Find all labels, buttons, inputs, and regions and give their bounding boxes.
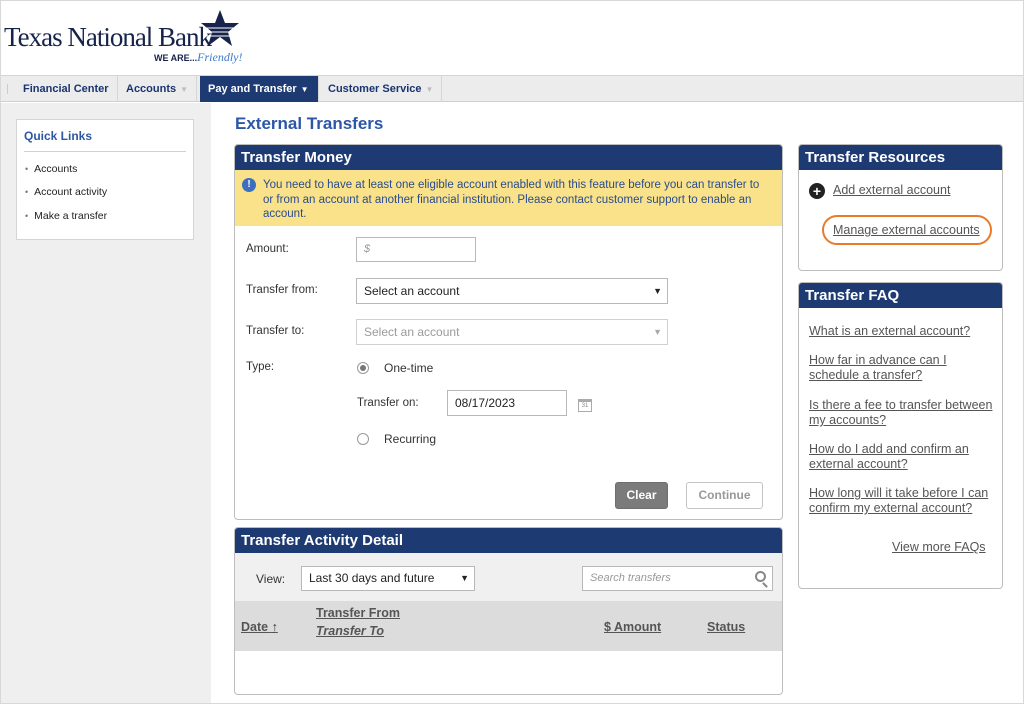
nav-financial-center[interactable]: Financial Center: [15, 76, 118, 102]
chevron-down-icon: ▼: [300, 85, 309, 94]
continue-button[interactable]: Continue: [686, 482, 763, 509]
nav-home-icon: [7, 84, 13, 94]
view-label: View:: [256, 572, 286, 586]
transfer-from-label: Transfer from:: [246, 284, 318, 296]
quick-link-label: Make a transfer: [34, 210, 108, 222]
transfer-resources-panel: Transfer Resources + Add external accoun…: [798, 144, 1003, 271]
search-placeholder: Search transfers: [590, 572, 671, 584]
amount-label: Amount:: [246, 243, 289, 255]
transfer-date-input[interactable]: 08/17/2023: [447, 390, 567, 416]
nav-label: Customer Service: [328, 83, 422, 95]
quick-links-title: Quick Links: [24, 129, 93, 143]
column-status[interactable]: Status: [707, 620, 745, 634]
nav-pay-and-transfer[interactable]: Pay and Transfer ▼: [200, 76, 319, 102]
transfer-on-label: Transfer on:: [357, 397, 419, 409]
plus-circle-icon[interactable]: +: [809, 183, 825, 199]
search-icon[interactable]: [755, 571, 766, 582]
calendar-icon[interactable]: 31: [578, 399, 592, 412]
chevron-down-icon: ▼: [653, 286, 662, 296]
column-date[interactable]: Date ↑: [241, 620, 278, 634]
transfer-money-panel: Transfer Money ! You need to have at lea…: [234, 144, 783, 520]
activity-table-header: Date ↑ Transfer From Transfer To $ Amoun…: [235, 601, 782, 651]
bullet-icon: •: [25, 211, 29, 221]
transfer-activity-panel: Transfer Activity Detail View: Last 30 d…: [234, 527, 783, 695]
quick-links-box: Quick Links • Accounts • Account activity …: [16, 119, 194, 240]
bank-logo[interactable]: Texas National Bank WE ARE...Friendly!: [4, 8, 244, 72]
nav-customer-service[interactable]: Customer Service ▼: [320, 76, 443, 102]
nav-label: Financial Center: [23, 83, 109, 95]
bullet-icon: •: [25, 187, 29, 197]
column-transfer-to[interactable]: Transfer To: [316, 624, 384, 638]
alert-message: You need to have at least one eligible a…: [263, 179, 760, 220]
clear-button[interactable]: Clear: [615, 482, 668, 509]
one-time-label: One-time: [384, 361, 434, 375]
nav-label: Accounts: [126, 83, 177, 95]
page-title: External Transfers: [235, 114, 384, 133]
tagline-we-are: WE ARE...: [154, 53, 198, 63]
quick-link-make-transfer[interactable]: • Make a transfer: [25, 210, 107, 222]
recurring-label: Recurring: [384, 432, 437, 446]
amount-input[interactable]: $: [356, 237, 476, 262]
select-value: Select an account: [364, 284, 460, 298]
transfer-resources-title: Transfer Resources: [799, 145, 1002, 170]
info-icon: !: [242, 178, 256, 192]
add-external-account-link[interactable]: Add external account: [833, 183, 950, 197]
one-time-radio[interactable]: [357, 362, 369, 374]
bullet-icon: •: [25, 164, 29, 174]
nav-label: Pay and Transfer: [208, 83, 297, 95]
eligibility-alert: ! You need to have at least one eligible…: [235, 170, 782, 226]
transfer-to-label: Transfer to:: [246, 325, 305, 337]
quick-link-account-activity[interactable]: • Account activity: [25, 186, 107, 198]
star-icon: [201, 10, 239, 46]
divider: [24, 151, 186, 152]
quick-link-accounts[interactable]: • Accounts: [25, 163, 77, 175]
faq-link[interactable]: What is an external account?: [809, 324, 999, 339]
transfer-faq-panel: Transfer FAQ What is an external account…: [798, 282, 1003, 589]
nav-accounts[interactable]: Accounts ▼: [118, 76, 198, 102]
column-date-label: Date: [241, 620, 269, 634]
transfer-from-select[interactable]: Select an account ▼: [356, 278, 668, 304]
view-select[interactable]: Last 30 days and future ▼: [301, 566, 475, 591]
faq-link[interactable]: Is there a fee to transfer between my ac…: [809, 398, 999, 428]
transfer-activity-title: Transfer Activity Detail: [235, 528, 782, 553]
quick-link-label: Accounts: [34, 163, 78, 175]
search-transfers-input[interactable]: Search transfers: [582, 566, 773, 591]
bank-name: Texas National Bank: [4, 22, 212, 52]
transfer-to-select[interactable]: Select an account ▼: [356, 319, 668, 345]
left-sidebar: Quick Links • Accounts • Account activity …: [1, 103, 211, 703]
chevron-down-icon: ▼: [425, 85, 434, 94]
column-transfer-from[interactable]: Transfer From: [316, 606, 400, 620]
select-value: Last 30 days and future: [309, 571, 435, 585]
bank-tagline: WE ARE...Friendly!: [154, 50, 243, 65]
faq-link[interactable]: How do I add and confirm an external acc…: [809, 442, 999, 472]
chevron-down-icon: ▼: [180, 85, 189, 94]
manage-external-accounts-link[interactable]: Manage external accounts: [833, 223, 980, 237]
recurring-radio[interactable]: [357, 433, 369, 445]
main-nav: Financial Center Accounts ▼ Pay and Trans…: [1, 75, 1023, 102]
faq-link[interactable]: How far in advance can I schedule a tran…: [809, 353, 999, 383]
select-value: Select an account: [364, 325, 460, 339]
type-label: Type:: [246, 361, 275, 373]
transfer-money-title: Transfer Money: [235, 145, 782, 170]
tagline-friendly: Friendly!: [197, 50, 243, 64]
quick-link-label: Account activity: [34, 186, 108, 198]
chevron-down-icon: ▼: [653, 327, 662, 337]
transfer-faq-title: Transfer FAQ: [799, 283, 1002, 308]
view-more-faqs-link[interactable]: View more FAQs: [892, 540, 986, 554]
chevron-down-icon: ▼: [460, 573, 469, 583]
column-amount[interactable]: $ Amount: [604, 620, 661, 634]
sort-up-icon: ↑: [271, 620, 278, 634]
faq-link[interactable]: How long will it take before I can confi…: [809, 486, 999, 516]
